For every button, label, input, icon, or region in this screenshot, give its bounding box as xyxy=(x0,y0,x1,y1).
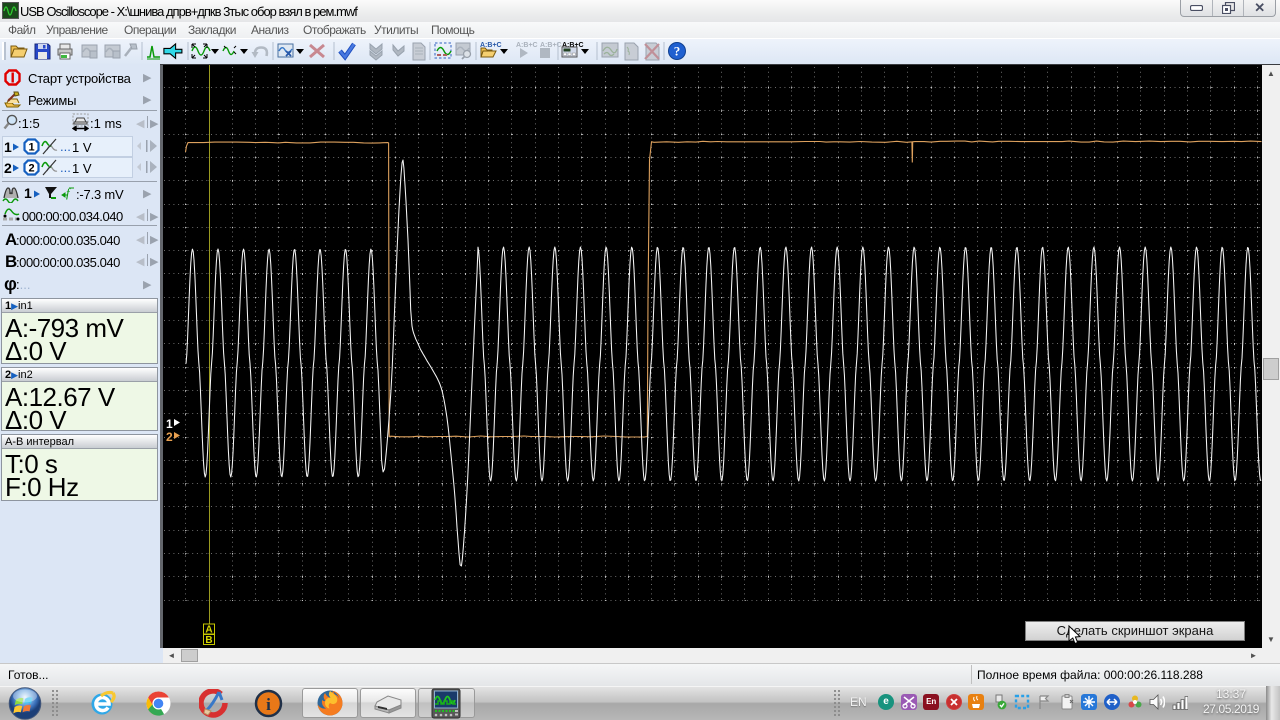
svg-text:1: 1 xyxy=(28,142,34,154)
svg-text:2: 2 xyxy=(28,163,34,175)
svg-text:i: i xyxy=(266,695,271,714)
svg-text:A: A xyxy=(205,625,212,636)
svg-text:A:B+C: A:B+C xyxy=(516,42,538,49)
svg-text:?: ? xyxy=(674,44,681,59)
svg-text:1: 1 xyxy=(166,417,173,431)
svg-text:2: 2 xyxy=(166,430,173,444)
svg-text:B: B xyxy=(205,635,212,646)
svg-text:f: f xyxy=(66,185,72,200)
